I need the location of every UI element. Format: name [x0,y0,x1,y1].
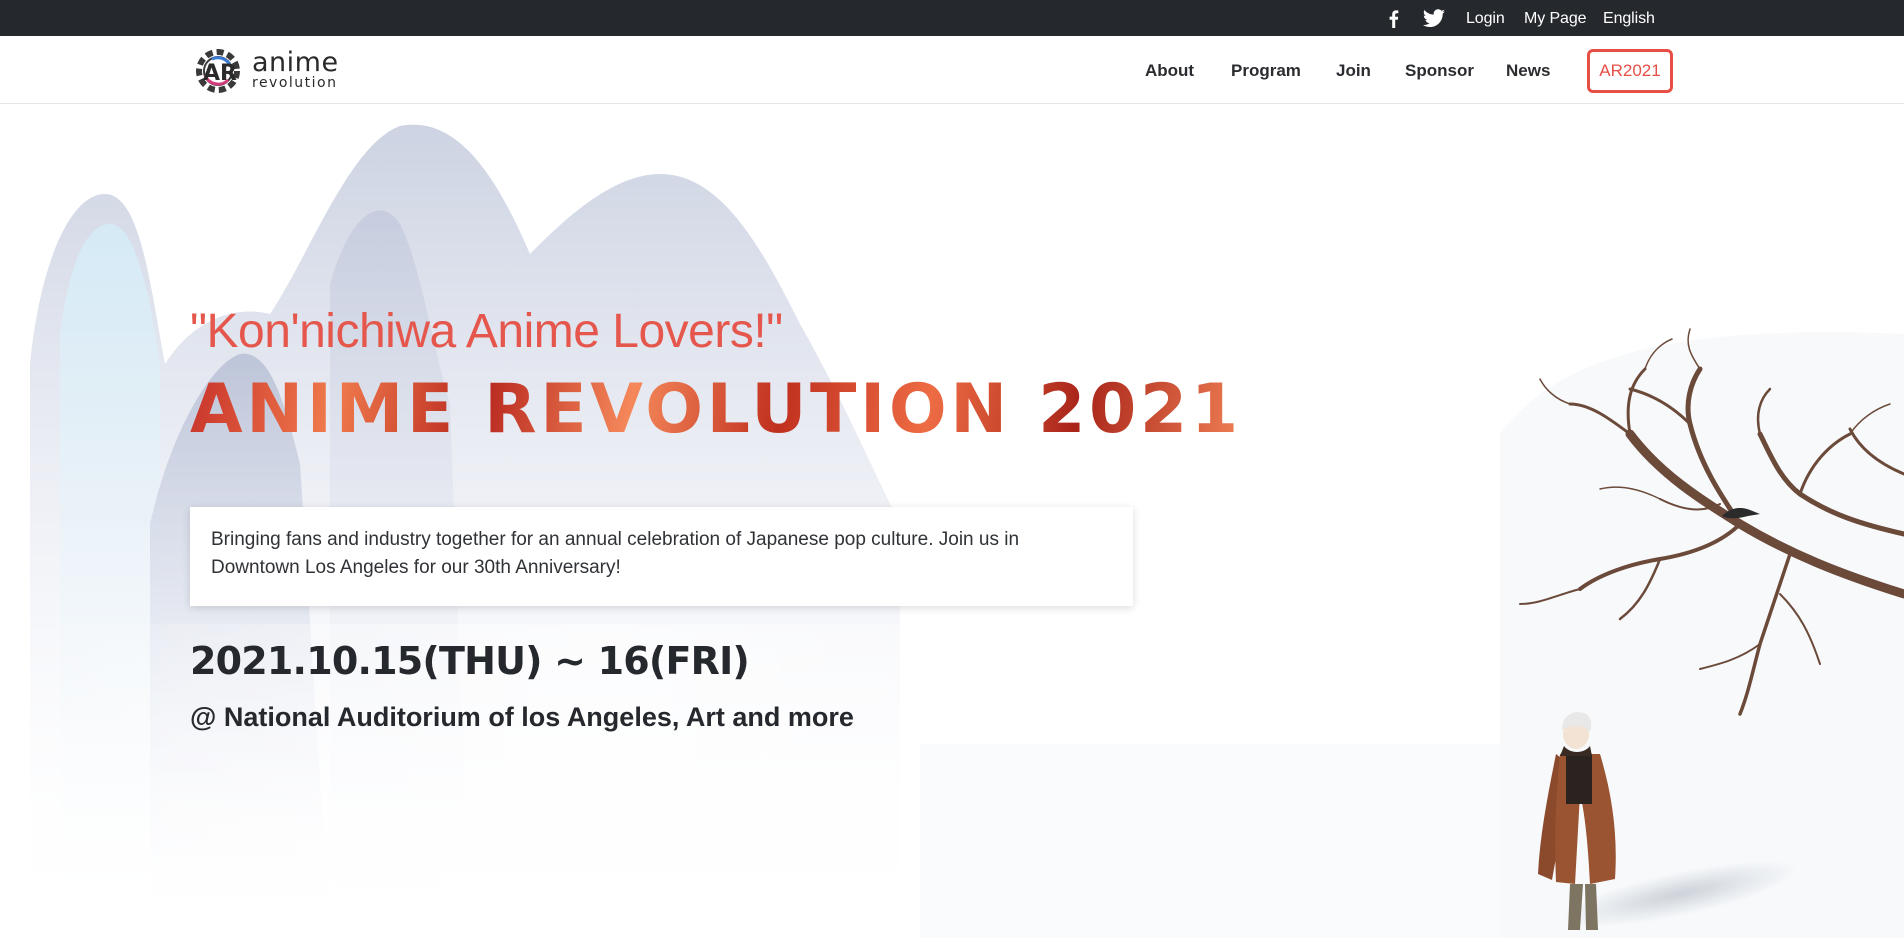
hero-headline: ANIME REVOLUTION 2021 [190,370,1242,449]
nav-item-sponsor[interactable]: Sponsor [1405,60,1474,82]
hero-section: "Kon'nichiwa Anime Lovers!" ANIME REVOLU… [0,104,1904,938]
login-link[interactable]: Login [1466,9,1505,29]
logo-word-revolution: revolution [252,75,338,91]
twitter-icon[interactable] [1422,9,1446,29]
event-dates: 2021.10.15(THU) ~ 16(FRI) [190,639,750,683]
event-venue: @ National Auditorium of los Angeles, Ar… [190,702,854,732]
nav-item-program[interactable]: Program [1231,60,1301,82]
logo-mark-text: AR [203,61,237,86]
hero-description-card: Bringing fans and industry together for … [190,507,1133,606]
language-selector[interactable]: English [1603,9,1655,29]
nav-item-join[interactable]: Join [1336,60,1371,82]
nav-item-news[interactable]: News [1506,60,1550,82]
logo-word-anime: anime [252,47,339,78]
top-utility-bar: Login My Page English [0,0,1904,36]
facebook-icon[interactable] [1384,9,1404,29]
ar2021-button[interactable]: AR2021 [1587,49,1673,93]
hero-greeting: "Kon'nichiwa Anime Lovers!" [190,305,783,358]
logo-gear-icon: AR [194,46,246,94]
hero-description: Bringing fans and industry together for … [211,529,1020,578]
site-logo[interactable]: AR anime revolution [194,46,354,94]
nav-item-about[interactable]: About [1145,60,1194,82]
my-page-link[interactable]: My Page [1524,9,1587,29]
main-navigation: AR anime revolution About Program Join S… [0,36,1904,104]
